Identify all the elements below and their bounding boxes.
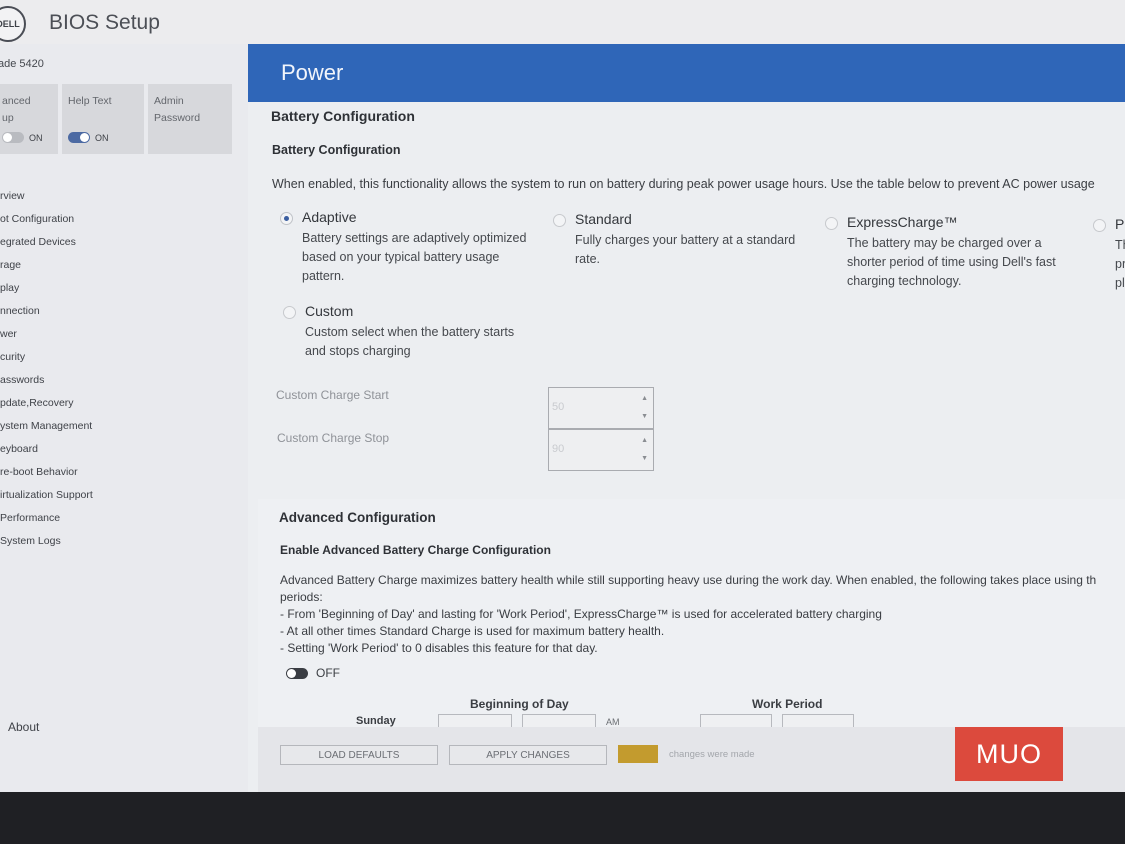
toggle-state: ON bbox=[29, 132, 43, 143]
option-description: pr bbox=[1115, 257, 1125, 271]
sidebar-item-power[interactable]: wer bbox=[0, 323, 240, 346]
option-description: charging technology. bbox=[847, 274, 962, 288]
toggle-switch[interactable] bbox=[286, 667, 308, 679]
main-content: Power Battery Configuration Battery Conf… bbox=[248, 44, 1125, 792]
day-label: Sunday bbox=[356, 715, 396, 727]
battery-description: When enabled, this functionality allows … bbox=[272, 177, 1095, 191]
sidebar-item-passwords[interactable]: asswords bbox=[0, 369, 240, 392]
option-label: Custom bbox=[305, 303, 354, 319]
option-description: rate. bbox=[575, 252, 601, 266]
dell-logo: DELL bbox=[0, 6, 26, 42]
radio-button[interactable] bbox=[553, 214, 566, 227]
option-description: Custom select when the battery starts bbox=[305, 325, 515, 339]
apply-changes-button[interactable]: APPLY CHANGES bbox=[449, 745, 607, 765]
sidebar-item-performance[interactable]: Performance bbox=[0, 507, 240, 530]
quick-setting-help-text[interactable]: Help Text ON bbox=[62, 84, 144, 154]
sidebar-item-system-management[interactable]: ystem Management bbox=[0, 415, 240, 438]
ampm-select[interactable]: AM bbox=[606, 717, 620, 727]
quick-setting-label: anced bbox=[2, 95, 31, 107]
page-title: Power bbox=[281, 60, 344, 85]
arrow-down-icon[interactable]: ▼ bbox=[641, 413, 648, 420]
sidebar-item-about[interactable]: About bbox=[8, 720, 39, 734]
sidebar-item-boot-configuration[interactable]: ot Configuration bbox=[0, 208, 240, 231]
sidebar-item-keyboard[interactable]: eyboard bbox=[0, 438, 240, 461]
toggle-switch[interactable] bbox=[2, 132, 24, 143]
load-defaults-button[interactable]: LOAD DEFAULTS bbox=[280, 745, 438, 765]
radio-button[interactable] bbox=[825, 217, 838, 230]
custom-charge-stop-stepper[interactable]: 90 ▲ ▼ bbox=[548, 429, 654, 471]
radio-button[interactable] bbox=[283, 306, 296, 319]
app-title: BIOS Setup bbox=[49, 11, 160, 34]
option-description: Battery settings are adaptively optimize… bbox=[302, 231, 527, 245]
sidebar-item-pre-boot-behavior[interactable]: re-boot Behavior bbox=[0, 461, 240, 484]
advanced-section-title: Advanced Configuration bbox=[279, 510, 436, 525]
option-description: Fully charges your battery at a standard bbox=[575, 233, 796, 247]
option-label: P bbox=[1115, 216, 1125, 232]
sidebar-item-overview[interactable]: rview bbox=[0, 185, 240, 208]
column-header-work-period: Work Period bbox=[752, 697, 823, 711]
quick-setting-advanced-setup[interactable]: anced up ON bbox=[0, 84, 58, 154]
sidebar-item-connection[interactable]: nnection bbox=[0, 300, 240, 323]
quick-setting-admin-password[interactable]: Admin Password bbox=[148, 84, 232, 154]
description-line: - From 'Beginning of Day' and lasting fo… bbox=[280, 607, 882, 621]
title-bar: DELL BIOS Setup bbox=[0, 0, 1125, 44]
custom-charge-stop-label: Custom Charge Stop bbox=[277, 431, 390, 445]
description-line: - Setting 'Work Period' to 0 disables th… bbox=[280, 641, 598, 655]
arrow-down-icon[interactable]: ▼ bbox=[641, 455, 648, 462]
advanced-subtitle: Enable Advanced Battery Charge Configura… bbox=[280, 543, 551, 557]
custom-charge-start-stepper[interactable]: 50 ▲ ▼ bbox=[548, 387, 654, 429]
quick-setting-label: up bbox=[2, 112, 14, 124]
description-line: - At all other times Standard Charge is … bbox=[280, 624, 665, 638]
column-header-beginning-of-day: Beginning of Day bbox=[470, 697, 569, 711]
option-label: Standard bbox=[575, 211, 632, 227]
sidebar-item-system-logs[interactable]: System Logs bbox=[0, 530, 240, 553]
arrow-up-icon[interactable]: ▲ bbox=[641, 395, 648, 402]
toggle-switch[interactable] bbox=[68, 132, 90, 143]
sidebar-item-storage[interactable]: rage bbox=[0, 254, 240, 277]
sidebar-item-integrated-devices[interactable]: egrated Devices bbox=[0, 231, 240, 254]
option-description: and stops charging bbox=[305, 344, 411, 358]
arrow-up-icon[interactable]: ▲ bbox=[641, 437, 648, 444]
status-indicator bbox=[618, 745, 658, 763]
option-description: pattern. bbox=[302, 269, 345, 283]
sidebar-item-update-recovery[interactable]: pdate,Recovery bbox=[0, 392, 240, 415]
sidebar-item-display[interactable]: play bbox=[0, 277, 240, 300]
battery-subtitle: Battery Configuration bbox=[272, 143, 401, 157]
battery-section-title: Battery Configuration bbox=[271, 108, 415, 124]
monitor-bezel bbox=[0, 792, 1125, 844]
status-text: changes were made bbox=[669, 749, 755, 760]
radio-button[interactable] bbox=[1093, 219, 1106, 232]
option-description: The battery may be charged over a bbox=[847, 236, 1042, 250]
advanced-description: Advanced Battery Charge maximizes batter… bbox=[280, 572, 1096, 657]
sidebar-nav: rview ot Configuration egrated Devices r… bbox=[0, 185, 240, 553]
stepper-value: 90 bbox=[552, 443, 565, 455]
quick-setting-label: Admin bbox=[154, 95, 184, 107]
page-header: Power bbox=[248, 44, 1125, 102]
quick-setting-label: Help Text bbox=[68, 95, 112, 107]
quick-setting-label: Password bbox=[154, 112, 201, 124]
option-description: Th bbox=[1115, 238, 1125, 252]
option-label: Adaptive bbox=[302, 209, 357, 225]
system-model: ade 5420 bbox=[0, 58, 44, 70]
option-description: shorter period of time using Dell's fast bbox=[847, 255, 1056, 269]
sidebar-item-virtualization-support[interactable]: irtualization Support bbox=[0, 484, 240, 507]
bios-screen: DELL BIOS Setup ade 5420 anced up ON Hel… bbox=[0, 0, 1125, 792]
muo-watermark-logo: MUO bbox=[955, 727, 1063, 781]
option-description: pl bbox=[1115, 276, 1125, 290]
description-line: Advanced Battery Charge maximizes batter… bbox=[280, 573, 1097, 587]
description-line: periods: bbox=[280, 590, 323, 604]
radio-button[interactable] bbox=[280, 212, 293, 225]
option-label: ExpressCharge™ bbox=[847, 214, 958, 230]
toggle-state: OFF bbox=[316, 666, 340, 680]
option-description: based on your typical battery usage bbox=[302, 250, 500, 264]
advanced-charge-toggle[interactable]: OFF bbox=[286, 666, 340, 680]
stepper-value: 50 bbox=[552, 401, 565, 413]
toggle-state: ON bbox=[95, 132, 109, 143]
sidebar-item-security[interactable]: curity bbox=[0, 346, 240, 369]
custom-charge-start-label: Custom Charge Start bbox=[276, 388, 389, 402]
